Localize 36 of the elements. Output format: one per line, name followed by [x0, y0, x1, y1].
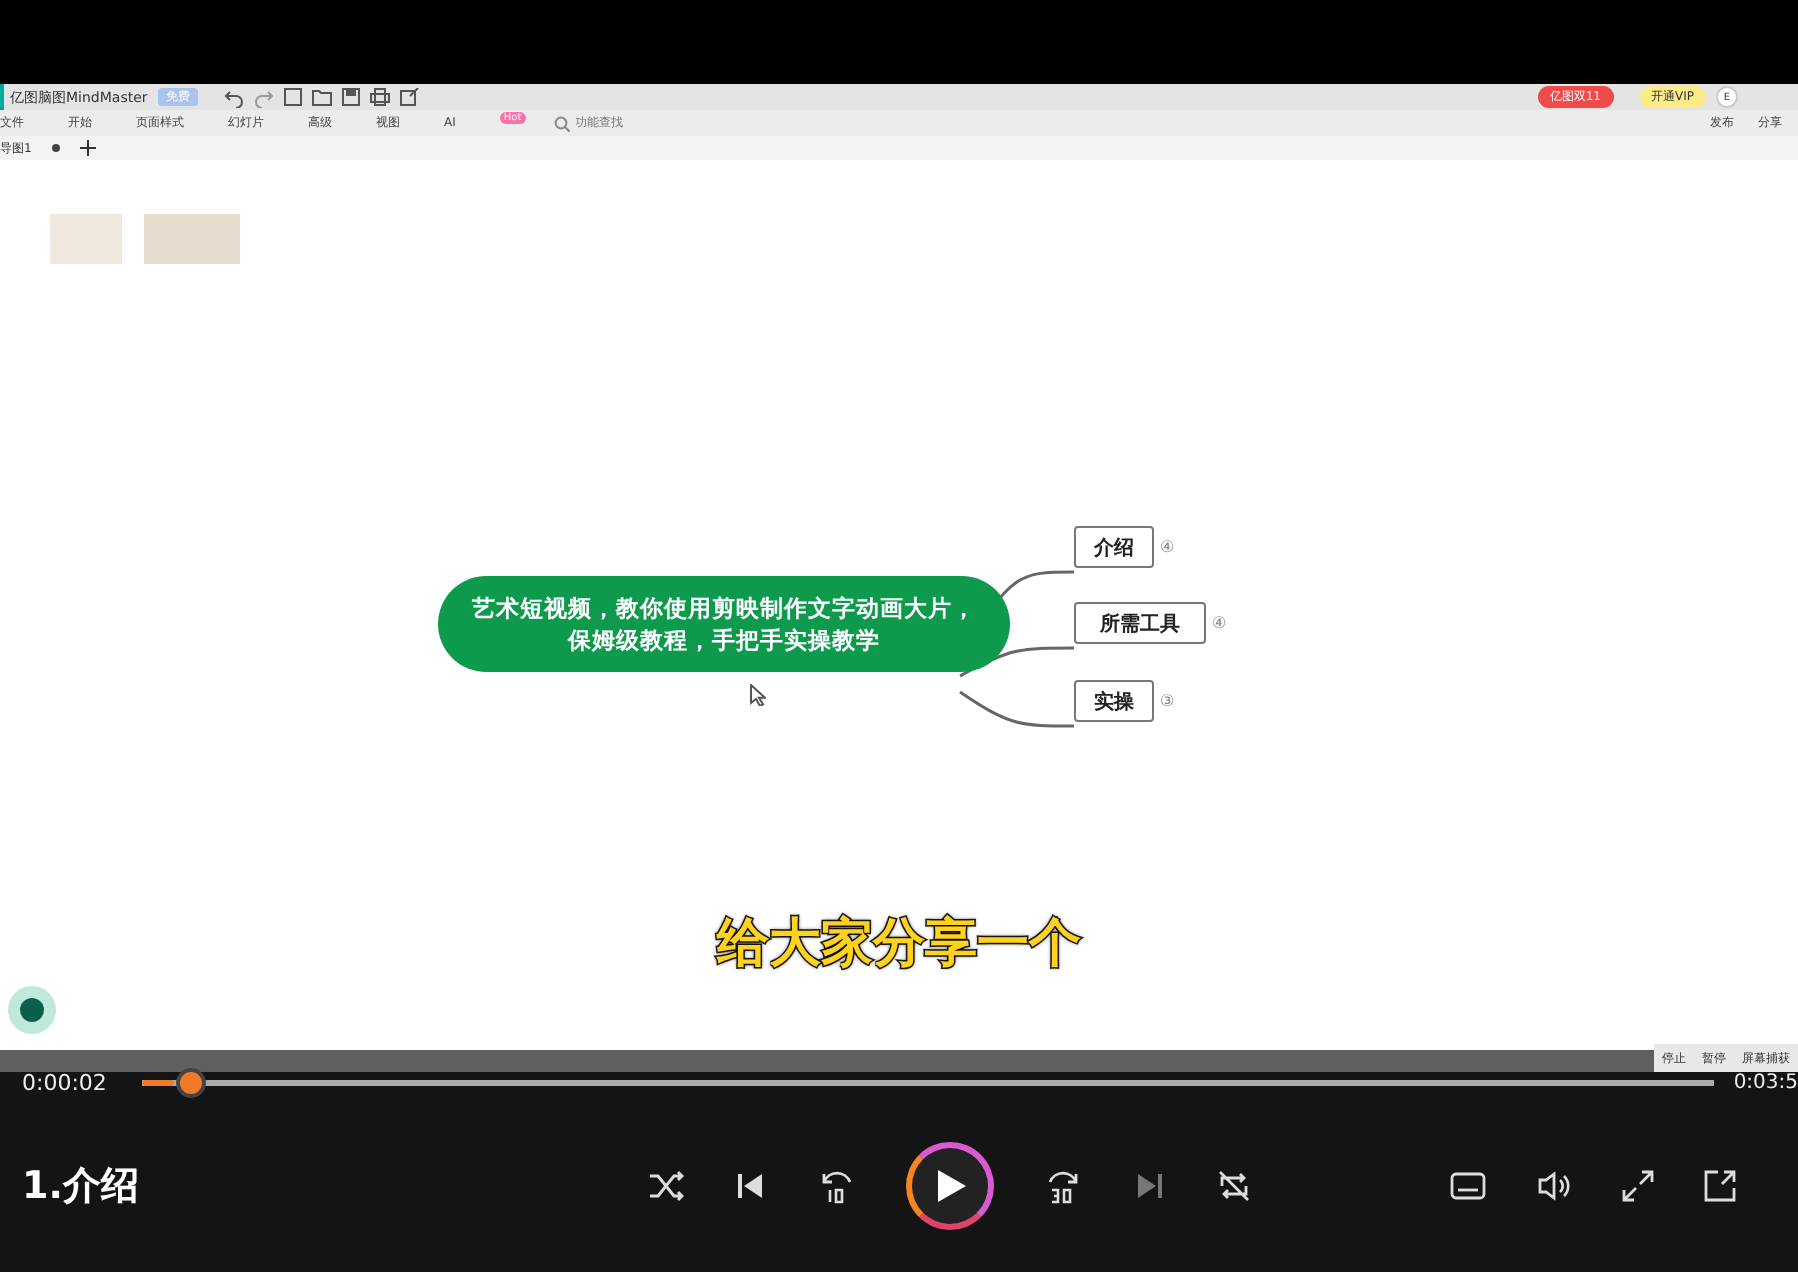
undo-icon[interactable]	[223, 87, 244, 107]
root-topic[interactable]: 艺术短视频，教你使用剪映制作文字动画大片，保姆级教程，手把手实操教学	[438, 576, 1010, 672]
child-count[interactable]: ④	[1160, 538, 1175, 556]
add-tab-icon[interactable]	[79, 140, 96, 156]
connector-line	[959, 690, 1074, 728]
topic-node[interactable]: 介绍	[1074, 526, 1154, 568]
search-icon	[553, 115, 570, 131]
export-icon[interactable]	[399, 88, 420, 106]
unsaved-dot-icon	[51, 144, 60, 152]
print-icon[interactable]	[369, 88, 390, 106]
play-button[interactable]	[906, 1142, 994, 1230]
next-icon[interactable]	[1134, 1170, 1166, 1202]
topic-node[interactable]: 实操	[1074, 680, 1154, 722]
total-time: 0:03:5	[1733, 1071, 1798, 1093]
fullscreen-icon[interactable]	[1622, 1170, 1654, 1202]
folder-icon[interactable]	[311, 88, 332, 106]
shuffle-icon[interactable]	[648, 1170, 684, 1202]
save-icon[interactable]	[341, 88, 360, 106]
new-file-icon[interactable]	[283, 88, 302, 106]
child-count[interactable]: ③	[1160, 692, 1175, 710]
repeat-icon[interactable]	[1216, 1168, 1252, 1204]
picture-in-picture-icon[interactable]	[1704, 1170, 1736, 1202]
blurred-block	[50, 214, 122, 264]
video-subtitle: 给大家分享一个	[714, 912, 1083, 978]
play-icon	[932, 1166, 968, 1206]
current-time: 0:00:02	[22, 1069, 109, 1095]
floating-button[interactable]	[8, 986, 56, 1034]
blurred-block	[144, 214, 240, 264]
video-title: 1.介绍	[22, 1162, 141, 1212]
previous-icon[interactable]	[734, 1170, 766, 1202]
child-count[interactable]: ④	[1212, 614, 1227, 632]
topic-node[interactable]: 所需工具	[1074, 602, 1206, 644]
captions-icon[interactable]	[1450, 1172, 1486, 1200]
volume-icon[interactable]	[1536, 1170, 1572, 1202]
cursor-icon	[750, 684, 766, 706]
progress-thumb[interactable]	[175, 1067, 206, 1097]
